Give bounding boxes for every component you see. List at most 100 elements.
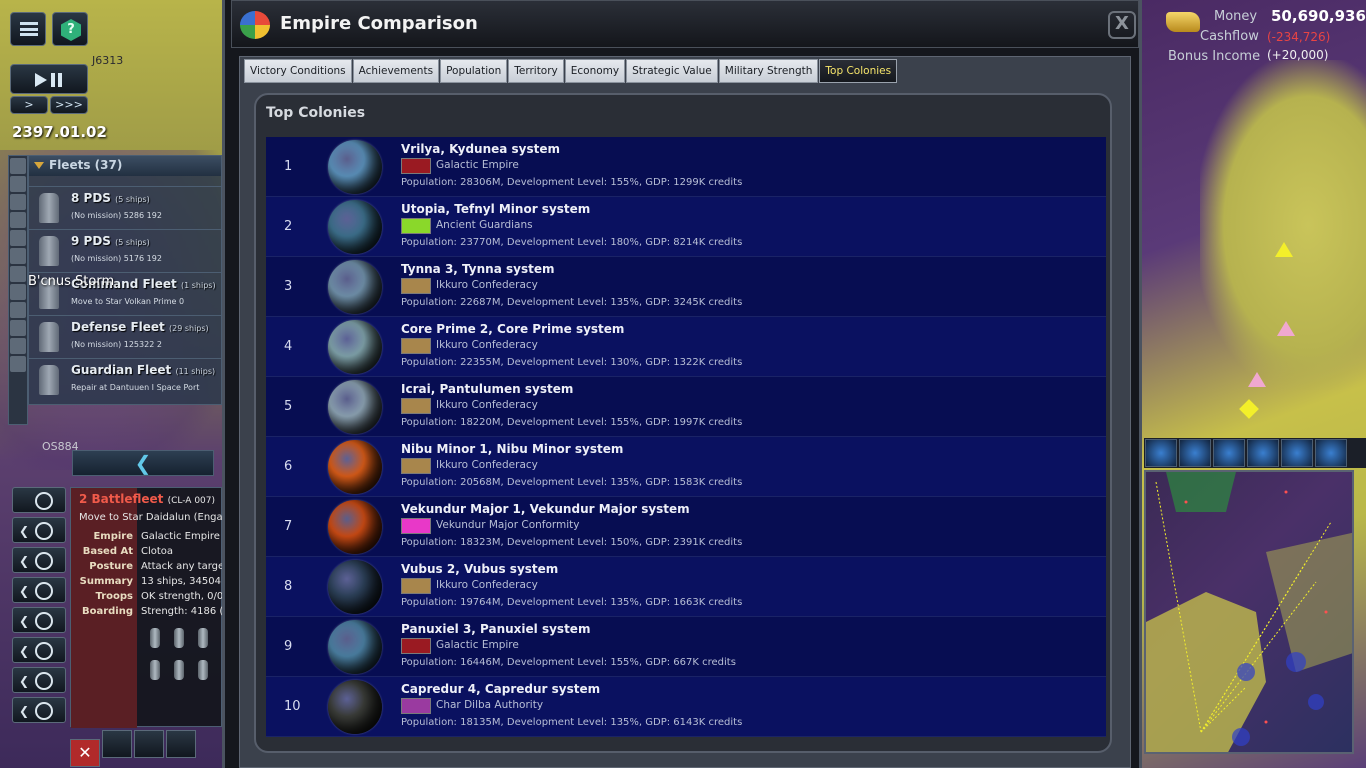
game-date: 2397.01.02: [12, 123, 107, 141]
fleet-row[interactable]: Guardian Fleet (11 ships) Repair at Dant…: [29, 358, 223, 400]
disband-button[interactable]: ✕: [70, 739, 100, 767]
system-marker-icon[interactable]: [1248, 372, 1266, 387]
planet-image: [328, 500, 382, 554]
colony-row[interactable]: 8 Vubus 2, Vubus system Ikkuro Confederacy…: [266, 557, 1106, 617]
filter-icon[interactable]: [10, 356, 26, 372]
fleet-view-button[interactable]: ❮: [12, 517, 66, 543]
system-marker-icon[interactable]: [1275, 242, 1293, 257]
target-lock-button[interactable]: [12, 487, 66, 513]
telescope-icon[interactable]: [1247, 439, 1279, 467]
world-grid-icon[interactable]: [1315, 439, 1347, 467]
colony-row[interactable]: 2 Utopia, Tefnyl Minor system Ancient Guar…: [266, 197, 1106, 257]
empire-comparison-icon: [240, 11, 270, 39]
fleet-row[interactable]: 9 PDS (5 ships) (No mission) 5176 192: [29, 229, 223, 271]
troops-icon: [35, 672, 53, 690]
fleet-mission: Move to Star Daidalun (Engag: [79, 512, 229, 523]
filter-icon[interactable]: [10, 320, 26, 336]
shield-button[interactable]: [166, 730, 196, 758]
main-menu-button[interactable]: [10, 12, 46, 46]
detail-key: Boarding: [81, 606, 133, 617]
tab-military-strength[interactable]: Military Strength: [718, 59, 819, 83]
colony-rank: 9: [284, 639, 293, 654]
filter-icon[interactable]: [10, 176, 26, 192]
arrows-icon[interactable]: [1145, 439, 1177, 467]
colony-row[interactable]: 3 Tynna 3, Tynna system Ikkuro Confederacy…: [266, 257, 1106, 317]
ship-button[interactable]: [134, 730, 164, 758]
close-button[interactable]: X: [1108, 11, 1136, 39]
colony-stats: Population: 18323M, Development Level: 1…: [401, 537, 743, 548]
tab-economy[interactable]: Economy: [564, 59, 626, 83]
fleet-detail-row: Based At Clotoa: [71, 546, 223, 561]
colony-row[interactable]: 6 Nibu Minor 1, Nibu Minor system Ikkuro C…: [266, 437, 1106, 497]
filter-icon[interactable]: [10, 194, 26, 210]
build-button[interactable]: [102, 730, 132, 758]
planet-image: [328, 320, 382, 374]
fleet-mission: (No mission) 5176 192: [71, 254, 162, 263]
filter-icon[interactable]: [10, 212, 26, 228]
galaxy-icon[interactable]: [1213, 439, 1245, 467]
help-button[interactable]: ?: [52, 12, 88, 46]
play-pause-button[interactable]: [10, 64, 88, 94]
tab-population[interactable]: Population: [440, 59, 508, 83]
ship-icon[interactable]: [174, 628, 184, 648]
fleet-help-button[interactable]: ❮: [12, 697, 66, 723]
fleet-filter-bar: [8, 155, 28, 425]
play-icon: [35, 73, 47, 87]
tab-achievements[interactable]: Achievements: [352, 59, 440, 83]
ship-icon[interactable]: [198, 628, 208, 648]
detail-value: Galactic Empire: [141, 531, 220, 542]
empire-flag-icon: [401, 698, 431, 714]
tab-victory-conditions[interactable]: Victory Conditions: [244, 59, 352, 83]
tab-top-colonies[interactable]: Top Colonies: [819, 59, 898, 83]
fleet-name: 9 PDS: [71, 234, 111, 248]
ship-icon[interactable]: [150, 660, 160, 680]
speed-slow-button[interactable]: >: [10, 96, 48, 114]
fleet-ship-count: (29 ships): [168, 324, 209, 333]
filter-icon[interactable]: [10, 284, 26, 300]
tab-territory[interactable]: Territory: [508, 59, 564, 83]
colony-row[interactable]: 1 Vrilya, Kydunea system Galactic Empire Po…: [266, 137, 1106, 197]
storm-label[interactable]: B'cnus Storm: [28, 274, 114, 289]
tab-strategic-value[interactable]: Strategic Value: [626, 59, 718, 83]
filter-icon[interactable]: [10, 266, 26, 282]
filter-icon[interactable]: [10, 302, 26, 318]
filter-icon[interactable]: [10, 248, 26, 264]
colony-rank: 2: [284, 219, 293, 234]
fleet-troops-button[interactable]: ❮: [12, 667, 66, 693]
colony-row[interactable]: 4 Core Prime 2, Core Prime system Ikkuro C…: [266, 317, 1106, 377]
colony-row[interactable]: 5 Icrai, Pantulumen system Ikkuro Confeder…: [266, 377, 1106, 437]
fleet-name: Guardian Fleet: [71, 363, 172, 377]
empire-flag-icon: [401, 398, 431, 414]
speed-fast-button[interactable]: >>>: [50, 96, 88, 114]
fleet-row[interactable]: Defense Fleet (29 ships) (No mission) 12…: [29, 315, 223, 357]
filter-icon[interactable]: [10, 338, 26, 354]
filter-icon[interactable]: [10, 158, 26, 174]
fleet-row[interactable]: 8 PDS (5 ships) (No mission) 5286 192: [29, 186, 223, 228]
planet-image: [328, 560, 382, 614]
ship-icon[interactable]: [150, 628, 160, 648]
attack-icon: [35, 582, 53, 600]
detail-value: Attack any targe: [141, 561, 225, 572]
fleet-eye-button[interactable]: ❮: [12, 547, 66, 573]
ship-icon[interactable]: [198, 660, 208, 680]
ship-icon[interactable]: [174, 660, 184, 680]
fleet-flag-button[interactable]: ❮: [12, 637, 66, 663]
colony-empire: Ikkuro Confederacy: [436, 279, 538, 291]
colony-row[interactable]: 10 Capredur 4, Capredur system Char Dilba …: [266, 677, 1106, 737]
planet-icon: [35, 522, 53, 540]
money-icon: [1166, 12, 1200, 32]
colony-row[interactable]: 9 Panuxiel 3, Panuxiel system Galactic Emp…: [266, 617, 1106, 677]
globe-icon[interactable]: [1179, 439, 1211, 467]
system-marker-icon[interactable]: [1277, 321, 1295, 336]
fleets-back-button[interactable]: ❮: [72, 450, 214, 476]
radar-icon[interactable]: [1281, 439, 1313, 467]
fleet-settings-button[interactable]: ❮: [12, 607, 66, 633]
fleet-attack-button[interactable]: ❮: [12, 577, 66, 603]
filter-icon[interactable]: [10, 230, 26, 246]
colony-list: 1 Vrilya, Kydunea system Galactic Empire Po…: [266, 137, 1106, 737]
colony-row[interactable]: 7 Vekundur Major 1, Vekundur Major system…: [266, 497, 1106, 557]
ship-icon: [39, 193, 59, 223]
fleets-header[interactable]: Fleets (37): [29, 156, 221, 176]
fleet-name: Defense Fleet: [71, 320, 165, 334]
galaxy-minimap[interactable]: [1144, 470, 1354, 754]
